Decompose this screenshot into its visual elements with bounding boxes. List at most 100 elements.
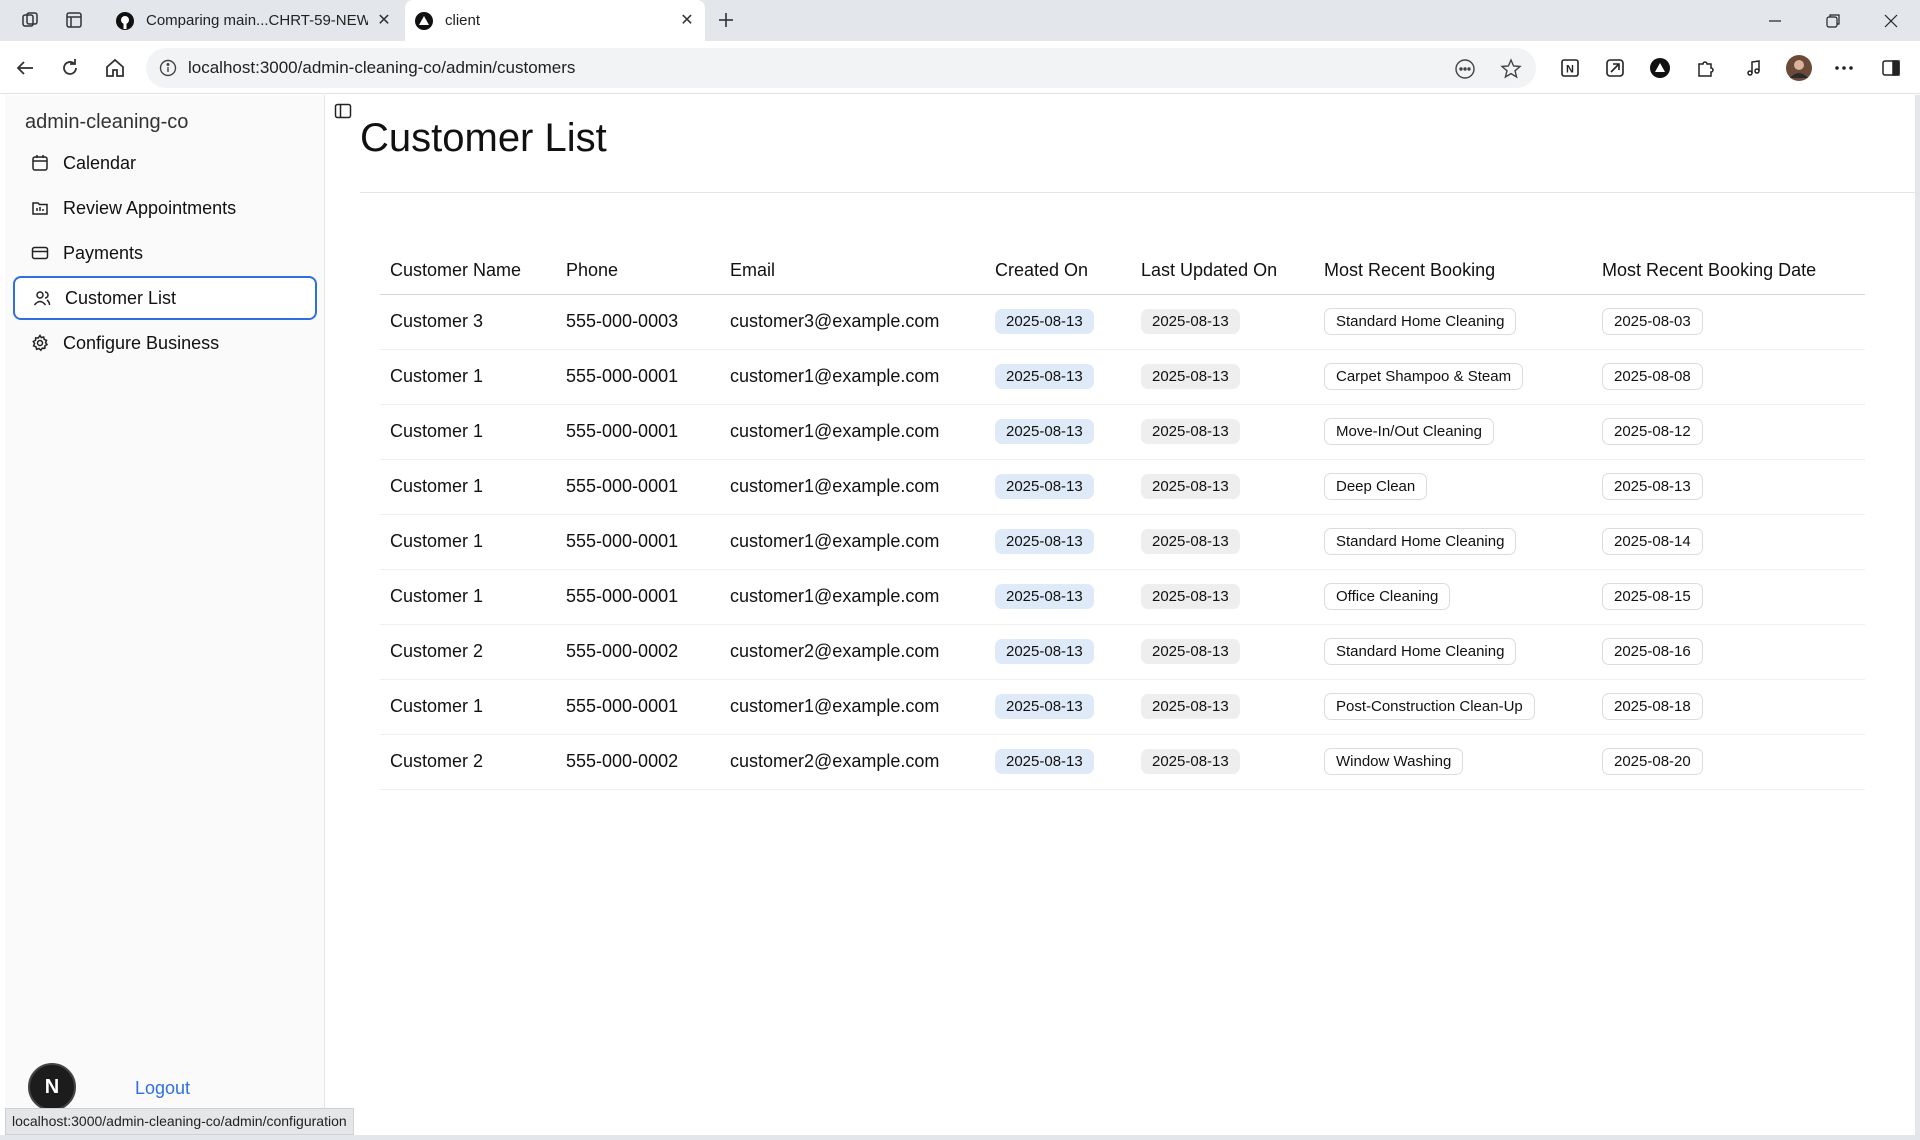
column-header: Customer Name [380,248,556,295]
table-row[interactable]: Customer 1 555-000-0001 customer1@exampl… [380,569,1865,625]
home-icon[interactable] [100,53,130,83]
window-border [0,1135,1920,1140]
table-row[interactable]: Customer 1 555-000-0001 customer1@exampl… [380,459,1865,515]
booking-date-badge: 2025-08-14 [1602,528,1703,555]
table-row[interactable]: Customer 3 555-000-0003 customer3@exampl… [380,294,1865,350]
notion-icon[interactable]: N [1555,53,1585,83]
gear-icon [29,332,51,354]
browser-toolbar: localhost:3000/admin-cleaning-co/admin/c… [0,41,1920,94]
created-on-badge: 2025-08-13 [995,474,1094,499]
new-tab-icon[interactable] [712,8,740,32]
column-header: Created On [985,248,1131,295]
customer-name-cell: Customer 3 [380,294,556,350]
sidebar-item-payments[interactable]: Payments [13,231,317,275]
sidebar-item-label: Customer List [65,287,177,308]
booking-badge: Move-In/Out Cleaning [1324,418,1494,445]
email-cell: customer1@example.com [720,514,985,570]
updated-on-badge: 2025-08-13 [1141,419,1240,444]
email-cell: customer1@example.com [720,569,985,625]
sidebar-item-label: Review Appointments [63,197,237,218]
profile-avatar[interactable] [1784,53,1814,83]
table-row[interactable]: Customer 1 555-000-0001 customer1@exampl… [380,404,1865,460]
sidebar-toggle-icon[interactable] [332,100,354,122]
customer-name-cell: Customer 1 [380,679,556,735]
customer-name-cell: Customer 1 [380,349,556,405]
table-row[interactable]: Customer 2 555-000-0002 customer2@exampl… [380,734,1865,790]
sidebar-panel-icon[interactable] [1876,53,1906,83]
booking-badge: Deep Clean [1324,473,1428,500]
window-close-icon[interactable] [1862,0,1920,41]
users-icon [31,287,53,309]
send-extension-icon[interactable] [1600,53,1630,83]
url-text[interactable]: localhost:3000/admin-cleaning-co/admin/c… [188,58,575,78]
favorite-star-icon[interactable] [1498,56,1524,82]
sidebar-item-calendar[interactable]: Calendar [13,141,317,185]
booking-date-badge: 2025-08-15 [1602,583,1703,610]
calendar-icon [29,152,51,174]
restore-icon[interactable] [1804,0,1862,41]
sidebar-item-review-appointments[interactable]: Review Appointments [13,186,317,230]
email-cell: customer2@example.com [720,624,985,680]
tab-client[interactable]: client ✕ [405,0,705,41]
close-icon[interactable]: ✕ [677,10,697,30]
updated-on-badge: 2025-08-13 [1141,529,1240,554]
sidebar: admin-cleaning-co Calendar Review Appoin… [5,95,325,1135]
page-title: Customer List [360,116,607,160]
more-menu-icon[interactable] [1829,53,1859,83]
media-icon[interactable] [1740,53,1770,83]
logout-link[interactable]: Logout [135,1078,190,1099]
created-on-badge: 2025-08-13 [995,639,1094,664]
sidebar-item-label: Calendar [63,152,137,173]
minimize-icon[interactable] [1746,0,1804,41]
booking-date-badge: 2025-08-12 [1602,418,1703,445]
email-cell: customer1@example.com [720,404,985,460]
created-on-badge: 2025-08-13 [995,364,1094,389]
table-row[interactable]: Customer 1 555-000-0001 customer1@exampl… [380,679,1865,735]
vertical-tabs-icon[interactable] [60,8,88,32]
column-header: Phone [556,248,720,295]
booking-badge: Window Washing [1324,748,1464,775]
updated-on-badge: 2025-08-13 [1141,749,1240,774]
workspaces-icon[interactable] [16,8,44,32]
updated-on-badge: 2025-08-13 [1141,639,1240,664]
created-on-badge: 2025-08-13 [995,419,1094,444]
dev-tools-avatar[interactable]: N [28,1063,76,1111]
review-icon [29,197,51,219]
booking-date-badge: 2025-08-16 [1602,638,1703,665]
table-row[interactable]: Customer 2 555-000-0002 customer2@exampl… [380,624,1865,680]
column-header: Last Updated On [1131,248,1314,295]
booking-badge: Standard Home Cleaning [1324,638,1517,665]
info-icon[interactable] [158,58,178,78]
back-icon[interactable] [10,53,40,83]
table-row[interactable]: Customer 1 555-000-0001 customer1@exampl… [380,514,1865,570]
sidebar-item-configure-business[interactable]: Configure Business [13,321,317,365]
phone-cell: 555-000-0002 [556,624,720,680]
phone-cell: 555-000-0001 [556,679,720,735]
reader-icon[interactable] [1452,56,1478,82]
vercel-extension-icon[interactable] [1645,53,1675,83]
extensions-puzzle-icon[interactable] [1690,53,1720,83]
booking-badge: Carpet Shampoo & Steam [1324,363,1524,390]
booking-badge: Standard Home Cleaning [1324,308,1517,335]
phone-cell: 555-000-0001 [556,404,720,460]
address-bar[interactable]: localhost:3000/admin-cleaning-co/admin/c… [146,48,1536,88]
updated-on-badge: 2025-08-13 [1141,474,1240,499]
booking-date-badge: 2025-08-08 [1602,363,1703,390]
sidebar-item-customer-list[interactable]: Customer List [13,276,317,320]
status-url: localhost:3000/admin-cleaning-co/admin/c… [5,1108,354,1135]
customer-name-cell: Customer 1 [380,459,556,515]
table-row[interactable]: Customer 1 555-000-0001 customer1@exampl… [380,349,1865,405]
updated-on-badge: 2025-08-13 [1141,309,1240,334]
close-icon[interactable]: ✕ [374,10,394,30]
created-on-badge: 2025-08-13 [995,694,1094,719]
created-on-badge: 2025-08-13 [995,584,1094,609]
tab-label: Comparing main...CHRT-59-NEW [146,12,368,29]
tab-github-compare[interactable]: Comparing main...CHRT-59-NEW ✕ [110,0,402,41]
email-cell: customer2@example.com [720,734,985,790]
booking-badge: Standard Home Cleaning [1324,528,1517,555]
column-header: Most Recent Booking [1314,248,1592,295]
reload-icon[interactable] [55,53,85,83]
phone-cell: 555-000-0001 [556,514,720,570]
customer-table: Customer Name Phone Email Created On Las… [380,248,1865,790]
app-logo-icon [413,10,435,32]
